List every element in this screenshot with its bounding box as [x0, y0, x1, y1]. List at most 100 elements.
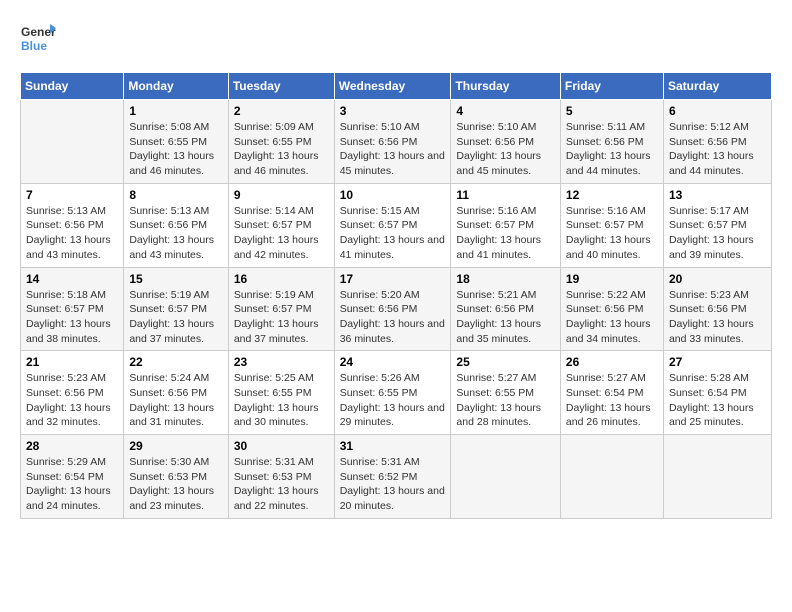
day-number: 5 [566, 104, 658, 118]
day-info: Sunrise: 5:18 AMSunset: 6:57 PMDaylight:… [26, 288, 118, 347]
day-info: Sunrise: 5:27 AMSunset: 6:55 PMDaylight:… [456, 371, 555, 430]
day-info: Sunrise: 5:30 AMSunset: 6:53 PMDaylight:… [129, 455, 222, 514]
day-number: 27 [669, 355, 766, 369]
day-number: 17 [340, 272, 446, 286]
day-number: 7 [26, 188, 118, 202]
day-number: 19 [566, 272, 658, 286]
day-cell: 13 Sunrise: 5:17 AMSunset: 6:57 PMDayligh… [663, 183, 771, 267]
col-header-tuesday: Tuesday [228, 73, 334, 100]
day-info: Sunrise: 5:22 AMSunset: 6:56 PMDaylight:… [566, 288, 658, 347]
day-number: 23 [234, 355, 329, 369]
day-cell: 28 Sunrise: 5:29 AMSunset: 6:54 PMDayligh… [21, 435, 124, 519]
col-header-thursday: Thursday [451, 73, 561, 100]
day-info: Sunrise: 5:16 AMSunset: 6:57 PMDaylight:… [456, 204, 555, 263]
day-number: 13 [669, 188, 766, 202]
day-info: Sunrise: 5:23 AMSunset: 6:56 PMDaylight:… [26, 371, 118, 430]
day-number: 18 [456, 272, 555, 286]
day-cell: 15Sunrise: 5:19 AMSunset: 6:57 PMDayligh… [124, 267, 228, 351]
col-header-saturday: Saturday [663, 73, 771, 100]
day-info: Sunrise: 5:10 AMSunset: 6:56 PMDaylight:… [456, 120, 555, 179]
svg-text:Blue: Blue [21, 39, 47, 53]
day-cell: 24 Sunrise: 5:26 AMSunset: 6:55 PMDayligh… [334, 351, 451, 435]
day-number: 6 [669, 104, 766, 118]
day-number: 1 [129, 104, 222, 118]
day-info: Sunrise: 5:16 AMSunset: 6:57 PMDaylight:… [566, 204, 658, 263]
day-number: 25 [456, 355, 555, 369]
day-info: Sunrise: 5:15 AMSunset: 6:57 PMDaylight:… [340, 204, 446, 263]
day-info: Sunrise: 5:29 AMSunset: 6:54 PMDaylight:… [26, 455, 118, 514]
day-number: 24 [340, 355, 446, 369]
day-cell: 6 Sunrise: 5:12 AMSunset: 6:56 PMDaylight… [663, 100, 771, 184]
col-header-monday: Monday [124, 73, 228, 100]
day-info: Sunrise: 5:31 AMSunset: 6:52 PMDaylight:… [340, 455, 446, 514]
week-row-5: 28 Sunrise: 5:29 AMSunset: 6:54 PMDayligh… [21, 435, 772, 519]
day-cell: 25 Sunrise: 5:27 AMSunset: 6:55 PMDayligh… [451, 351, 561, 435]
day-info: Sunrise: 5:09 AMSunset: 6:55 PMDaylight:… [234, 120, 329, 179]
logo-container: General Blue [20, 20, 56, 56]
day-number: 20 [669, 272, 766, 286]
day-cell: 23 Sunrise: 5:25 AMSunset: 6:55 PMDayligh… [228, 351, 334, 435]
calendar-table: SundayMondayTuesdayWednesdayThursdayFrid… [20, 72, 772, 519]
day-number: 28 [26, 439, 118, 453]
day-cell: 3 Sunrise: 5:10 AMSunset: 6:56 PMDaylight… [334, 100, 451, 184]
day-info: Sunrise: 5:26 AMSunset: 6:55 PMDaylight:… [340, 371, 446, 430]
day-cell: 17 Sunrise: 5:20 AMSunset: 6:56 PMDayligh… [334, 267, 451, 351]
day-cell: 2 Sunrise: 5:09 AMSunset: 6:55 PMDaylight… [228, 100, 334, 184]
day-cell: 10Sunrise: 5:15 AMSunset: 6:57 PMDayligh… [334, 183, 451, 267]
day-info: Sunrise: 5:19 AMSunset: 6:57 PMDaylight:… [234, 288, 329, 347]
day-number: 11 [456, 188, 555, 202]
day-info: Sunrise: 5:27 AMSunset: 6:54 PMDaylight:… [566, 371, 658, 430]
day-cell: 1 Sunrise: 5:08 AMSunset: 6:55 PMDaylight… [124, 100, 228, 184]
day-cell: 31 Sunrise: 5:31 AMSunset: 6:52 PMDayligh… [334, 435, 451, 519]
day-number: 4 [456, 104, 555, 118]
day-number: 21 [26, 355, 118, 369]
day-cell: 4 Sunrise: 5:10 AMSunset: 6:56 PMDaylight… [451, 100, 561, 184]
day-cell: 22 Sunrise: 5:24 AMSunset: 6:56 PMDayligh… [124, 351, 228, 435]
col-header-wednesday: Wednesday [334, 73, 451, 100]
logo: General Blue [20, 20, 56, 56]
day-cell: 16Sunrise: 5:19 AMSunset: 6:57 PMDayligh… [228, 267, 334, 351]
day-cell [21, 100, 124, 184]
col-header-friday: Friday [560, 73, 663, 100]
day-cell: 11 Sunrise: 5:16 AMSunset: 6:57 PMDayligh… [451, 183, 561, 267]
day-cell: 8 Sunrise: 5:13 AMSunset: 6:56 PMDaylight… [124, 183, 228, 267]
day-cell [560, 435, 663, 519]
day-info: Sunrise: 5:28 AMSunset: 6:54 PMDaylight:… [669, 371, 766, 430]
day-info: Sunrise: 5:20 AMSunset: 6:56 PMDaylight:… [340, 288, 446, 347]
day-cell: 20 Sunrise: 5:23 AMSunset: 6:56 PMDayligh… [663, 267, 771, 351]
day-number: 2 [234, 104, 329, 118]
day-cell: 29 Sunrise: 5:30 AMSunset: 6:53 PMDayligh… [124, 435, 228, 519]
day-info: Sunrise: 5:17 AMSunset: 6:57 PMDaylight:… [669, 204, 766, 263]
week-row-4: 21 Sunrise: 5:23 AMSunset: 6:56 PMDayligh… [21, 351, 772, 435]
day-number: 14 [26, 272, 118, 286]
day-cell: 14 Sunrise: 5:18 AMSunset: 6:57 PMDayligh… [21, 267, 124, 351]
day-number: 22 [129, 355, 222, 369]
day-cell: 18 Sunrise: 5:21 AMSunset: 6:56 PMDayligh… [451, 267, 561, 351]
day-info: Sunrise: 5:31 AMSunset: 6:53 PMDaylight:… [234, 455, 329, 514]
col-header-sunday: Sunday [21, 73, 124, 100]
logo-shape: General Blue [20, 20, 56, 56]
day-info: Sunrise: 5:24 AMSunset: 6:56 PMDaylight:… [129, 371, 222, 430]
day-info: Sunrise: 5:08 AMSunset: 6:55 PMDaylight:… [129, 120, 222, 179]
day-cell: 21 Sunrise: 5:23 AMSunset: 6:56 PMDayligh… [21, 351, 124, 435]
day-cell: 7Sunrise: 5:13 AMSunset: 6:56 PMDaylight… [21, 183, 124, 267]
day-info: Sunrise: 5:13 AMSunset: 6:56 PMDaylight:… [129, 204, 222, 263]
day-info: Sunrise: 5:25 AMSunset: 6:55 PMDaylight:… [234, 371, 329, 430]
day-info: Sunrise: 5:12 AMSunset: 6:56 PMDaylight:… [669, 120, 766, 179]
day-number: 29 [129, 439, 222, 453]
day-number: 31 [340, 439, 446, 453]
day-info: Sunrise: 5:10 AMSunset: 6:56 PMDaylight:… [340, 120, 446, 179]
day-info: Sunrise: 5:23 AMSunset: 6:56 PMDaylight:… [669, 288, 766, 347]
day-number: 9 [234, 188, 329, 202]
day-cell: 26Sunrise: 5:27 AMSunset: 6:54 PMDayligh… [560, 351, 663, 435]
day-cell [663, 435, 771, 519]
day-number: 15 [129, 272, 222, 286]
day-cell: 9Sunrise: 5:14 AMSunset: 6:57 PMDaylight… [228, 183, 334, 267]
day-number: 8 [129, 188, 222, 202]
day-cell [451, 435, 561, 519]
day-cell: 19 Sunrise: 5:22 AMSunset: 6:56 PMDayligh… [560, 267, 663, 351]
day-number: 3 [340, 104, 446, 118]
day-info: Sunrise: 5:11 AMSunset: 6:56 PMDaylight:… [566, 120, 658, 179]
week-row-1: 1 Sunrise: 5:08 AMSunset: 6:55 PMDaylight… [21, 100, 772, 184]
day-info: Sunrise: 5:21 AMSunset: 6:56 PMDaylight:… [456, 288, 555, 347]
